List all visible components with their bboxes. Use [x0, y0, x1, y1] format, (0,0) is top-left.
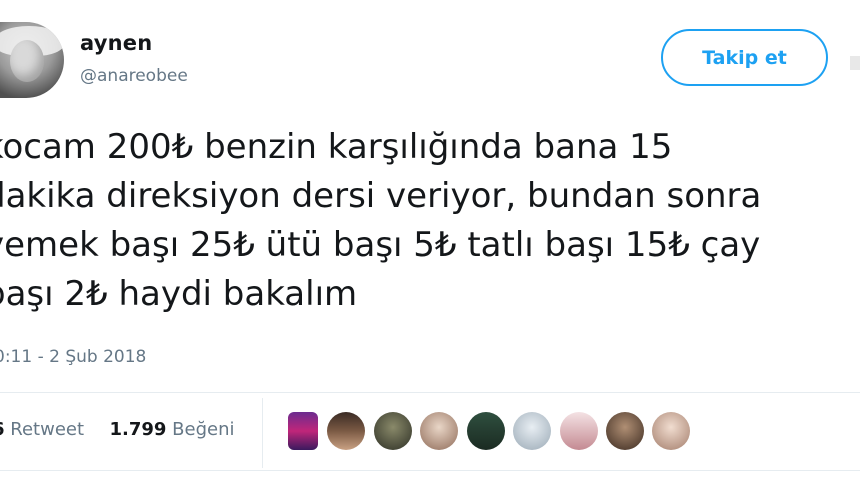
- tweet-text: kocam 200₺ benzin karşılığında bana 15 d…: [0, 123, 860, 319]
- tweet-timestamp[interactable]: 0:11 - 2 Şub 2018: [0, 347, 146, 367]
- liker-avatar[interactable]: [606, 412, 644, 450]
- retweet-count[interactable]: 6: [0, 419, 5, 440]
- like-label[interactable]: Beğeni: [172, 419, 234, 440]
- avatar-face: [10, 40, 44, 82]
- tweet-line: dakika direksiyon dersi veriyor, bundan …: [0, 176, 762, 216]
- display-name[interactable]: aynen: [80, 31, 152, 55]
- tweet-menu-edge: [850, 56, 860, 70]
- tweet-line: başı 2₺ haydi bakalım: [0, 274, 358, 314]
- liker-avatar[interactable]: [374, 412, 412, 450]
- liker-avatar[interactable]: [560, 412, 598, 450]
- user-handle[interactable]: @anareobee: [80, 66, 188, 86]
- liker-avatar[interactable]: [652, 412, 690, 450]
- liker-avatar[interactable]: [327, 412, 365, 450]
- tweet-stats: 6 Retweet 1.799 Beğeni: [0, 419, 235, 440]
- tweet-line: yemek başı 25₺ ütü başı 5₺ tatlı başı 15…: [0, 225, 761, 265]
- liker-avatar[interactable]: [288, 412, 318, 450]
- liker-avatar[interactable]: [513, 412, 551, 450]
- retweet-label[interactable]: Retweet: [10, 419, 84, 440]
- user-avatar[interactable]: [0, 22, 64, 98]
- liker-avatar[interactable]: [420, 412, 458, 450]
- liker-avatar[interactable]: [467, 412, 505, 450]
- like-count[interactable]: 1.799: [110, 419, 167, 440]
- tweet-line: kocam 200₺ benzin karşılığında bana 15: [0, 127, 673, 167]
- follow-button[interactable]: Takip et: [661, 29, 828, 86]
- divider-bottom: [0, 470, 860, 471]
- divider-top: [0, 392, 860, 393]
- stats-separator: [262, 398, 263, 468]
